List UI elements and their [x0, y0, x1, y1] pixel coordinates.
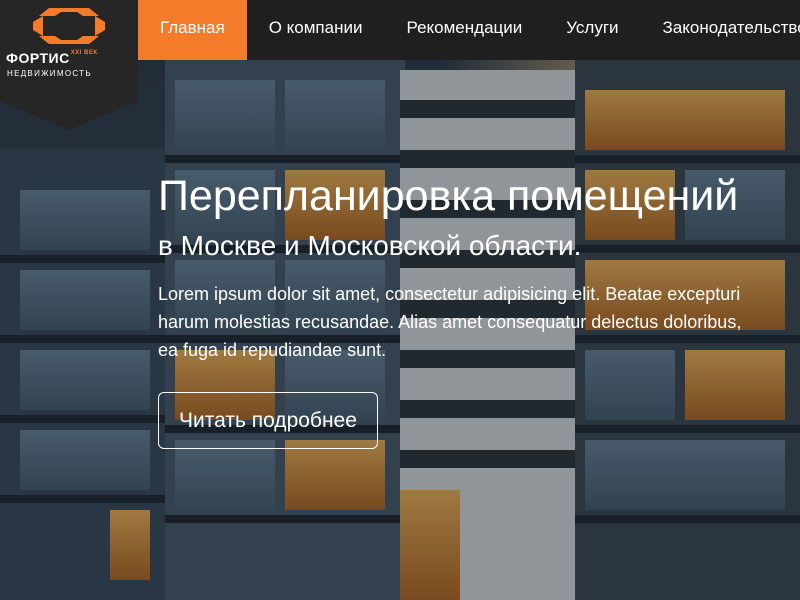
- hero-title: Перепланировка помещений: [158, 172, 739, 220]
- nav-item-about[interactable]: О компании: [247, 0, 385, 60]
- logo-superscript: XXI ВЕК: [70, 50, 98, 56]
- nav-item-home[interactable]: Главная: [138, 0, 247, 60]
- nav-item-recommendations[interactable]: Рекомендации: [384, 0, 544, 60]
- logo-mark-icon: [33, 8, 105, 44]
- nav-item-legislation[interactable]: Законодательство: [641, 0, 800, 60]
- hero-content: Перепланировка помещений в Москве и Моск…: [158, 170, 800, 449]
- hero-text: Lorem ipsum dolor sit amet, consectetur …: [158, 284, 742, 360]
- nav-item-services[interactable]: Услуги: [544, 0, 640, 60]
- logo-tagline: НЕДВИЖИМОСТЬ: [7, 69, 92, 78]
- main-nav: Главная О компании Рекомендации Услуги З…: [138, 0, 800, 60]
- read-more-button[interactable]: Читать подробнее: [158, 392, 378, 449]
- logo-title: ФОРТИСXXI ВЕК: [6, 50, 98, 66]
- hero-subtitle: в Москве и Московской области.: [158, 230, 582, 261]
